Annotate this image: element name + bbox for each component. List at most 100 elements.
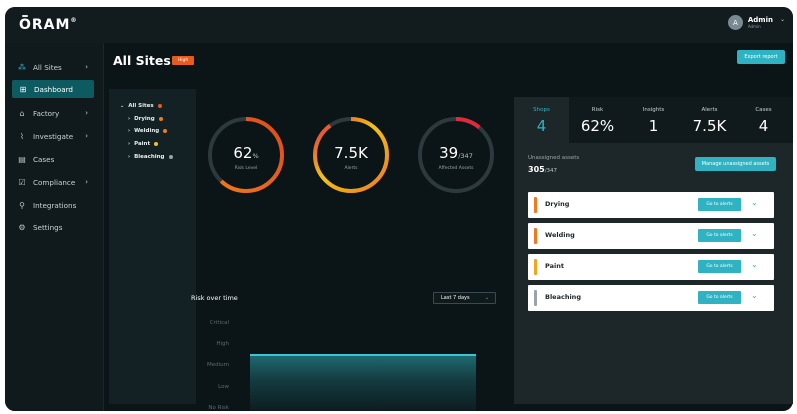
tab-label: Risk [591, 107, 604, 113]
status-dot [168, 155, 173, 159]
sidebar-item-label: Cases [33, 154, 55, 164]
gauge-label: Affected Assets [438, 166, 474, 171]
sidebar-item-label: Factory [33, 108, 60, 118]
sidebar-item-settings[interactable]: ⚙ Settings [8, 218, 98, 236]
tab-risk[interactable]: Risk 62% [570, 97, 625, 143]
tree-item-label: All Sites [128, 103, 154, 109]
gauge-affected-assets: 39/347 Affected Assets [416, 115, 496, 195]
risk-badge: High [172, 56, 194, 65]
tree-item-label: Drying [134, 116, 155, 122]
chevron-down-icon: ⌄ [484, 295, 489, 301]
time-range-value: Last 7 days [441, 295, 470, 301]
site-card-paint[interactable]: Paint Go to alerts ⌄ [528, 254, 774, 280]
site-name: Drying [545, 200, 570, 208]
gauge-value: 7.5K [334, 144, 368, 162]
dashboard-icon: ⊞ [19, 84, 27, 94]
sidebar-item-label: Investigate [33, 131, 74, 141]
chevron-down-icon[interactable]: ⌄ [751, 198, 758, 207]
site-name: Bleaching [545, 293, 581, 301]
tab-insights[interactable]: Insights 1 [626, 97, 681, 143]
manage-unassigned-assets-button[interactable]: Manage unassigned assets [695, 157, 776, 171]
status-dot [163, 129, 168, 133]
status-dot [154, 142, 159, 146]
risk-line [250, 354, 476, 356]
go-to-alerts-button[interactable]: Go to alerts [698, 260, 741, 273]
tree-item-label: Bleaching [134, 154, 165, 160]
stats-tabs: Shops 4 Risk 62% Insights 1 Alerts 7.5K … [514, 97, 793, 143]
unassigned-assets-label: Unassigned assets [528, 155, 580, 161]
factory-icon: ⌂ [19, 108, 25, 118]
chevron-down-icon[interactable]: ⌄ [751, 260, 758, 269]
site-card-drying[interactable]: Drying Go to alerts ⌄ [528, 192, 774, 218]
sidebar-item-factory[interactable]: ⌂ Factory › [8, 104, 98, 122]
tab-label: Shops [533, 107, 550, 113]
time-range-select[interactable]: Last 7 days ⌄ [433, 292, 496, 304]
tab-cases[interactable]: Cases 4 [736, 97, 791, 143]
risk-level-label: No Risk [208, 405, 229, 411]
risk-over-time-title: Risk over time [191, 294, 238, 302]
tab-shops[interactable]: Shops 4 [514, 97, 569, 143]
cases-icon: ▤ [18, 154, 26, 164]
sidebar-item-label: All Sites [33, 62, 62, 72]
user-info: Admin Admin [747, 15, 773, 29]
tab-value: 4 [536, 117, 547, 135]
tree-item-label: Welding [134, 128, 160, 134]
tab-alerts[interactable]: Alerts 7.5K [682, 97, 737, 143]
sidebar-item-label: Dashboard [34, 84, 73, 94]
sidebar-item-dashboard[interactable]: ⊞ Dashboard [12, 80, 94, 98]
gauge-risk-level: 62% Risk Level [206, 115, 286, 195]
top-bar: ORAM® A Admin Admin ⌄ [5, 7, 793, 43]
sidebar-item-all-sites[interactable]: ⁂ All Sites › [8, 58, 98, 76]
tab-value: 4 [758, 117, 769, 135]
risk-level-label: Low [218, 384, 229, 390]
go-to-alerts-button[interactable]: Go to alerts [698, 198, 741, 211]
user-name: Admin [747, 15, 773, 24]
gauge-value: 62% [233, 144, 259, 162]
integrations-icon: ⚲ [19, 200, 25, 210]
tree-item-paint[interactable]: › Paint [128, 141, 159, 147]
chevron-right-icon: › [128, 154, 131, 160]
status-dot [157, 104, 162, 108]
go-to-alerts-button[interactable]: Go to alerts [698, 229, 741, 242]
site-name: Paint [545, 262, 564, 270]
sidebar-item-compliance[interactable]: ☑ Compliance › [8, 173, 98, 191]
logo: ORAM® [19, 15, 78, 33]
tree-item-bleaching[interactable]: › Bleaching [128, 154, 173, 160]
tab-value: 62% [580, 117, 615, 135]
tab-value: 7.5K [692, 117, 727, 135]
chevron-right-icon: › [85, 109, 88, 117]
chevron-down-icon: ⌄ [779, 16, 785, 23]
export-report-button[interactable]: Export report [737, 50, 785, 64]
user-menu[interactable]: A Admin Admin ⌄ [727, 15, 785, 30]
sidebar-item-integrations[interactable]: ⚲ Integrations [8, 196, 98, 214]
tree-item-drying[interactable]: › Drying [128, 116, 163, 122]
status-dot [158, 117, 163, 121]
chevron-down-icon[interactable]: ⌄ [751, 229, 758, 238]
risk-level-label: Medium [207, 362, 229, 368]
tree-item-all-sites[interactable]: ⌄ All Sites [120, 103, 162, 109]
site-tree-panel [109, 89, 196, 404]
status-bar [534, 259, 537, 275]
status-bar [534, 197, 537, 213]
chevron-right-icon: › [85, 63, 88, 71]
user-role: Admin [747, 23, 761, 29]
go-to-alerts-button[interactable]: Go to alerts [698, 291, 741, 304]
status-bar [534, 290, 537, 306]
sidebar-item-cases[interactable]: ▤ Cases [8, 150, 98, 168]
chevron-right-icon: › [128, 116, 131, 122]
tree-item-label: Paint [134, 141, 151, 147]
chevron-down-icon[interactable]: ⌄ [751, 291, 758, 300]
site-card-bleaching[interactable]: Bleaching Go to alerts ⌄ [528, 285, 774, 311]
risk-level-label: High [216, 341, 229, 347]
tab-label: Alerts [701, 107, 718, 113]
chevron-right-icon: › [128, 128, 131, 134]
sidebar-item-label: Settings [33, 222, 63, 232]
gauge-label: Risk Level [234, 166, 258, 171]
chevron-right-icon: › [128, 141, 131, 147]
compliance-icon: ☑ [18, 177, 26, 187]
sidebar-item-investigate[interactable]: ⌇ Investigate › [8, 127, 98, 145]
gauge-value: 39/347 [439, 144, 473, 162]
sidebar-item-label: Compliance [33, 177, 76, 187]
tree-item-welding[interactable]: › Welding [128, 128, 168, 134]
site-card-welding[interactable]: Welding Go to alerts ⌄ [528, 223, 774, 249]
